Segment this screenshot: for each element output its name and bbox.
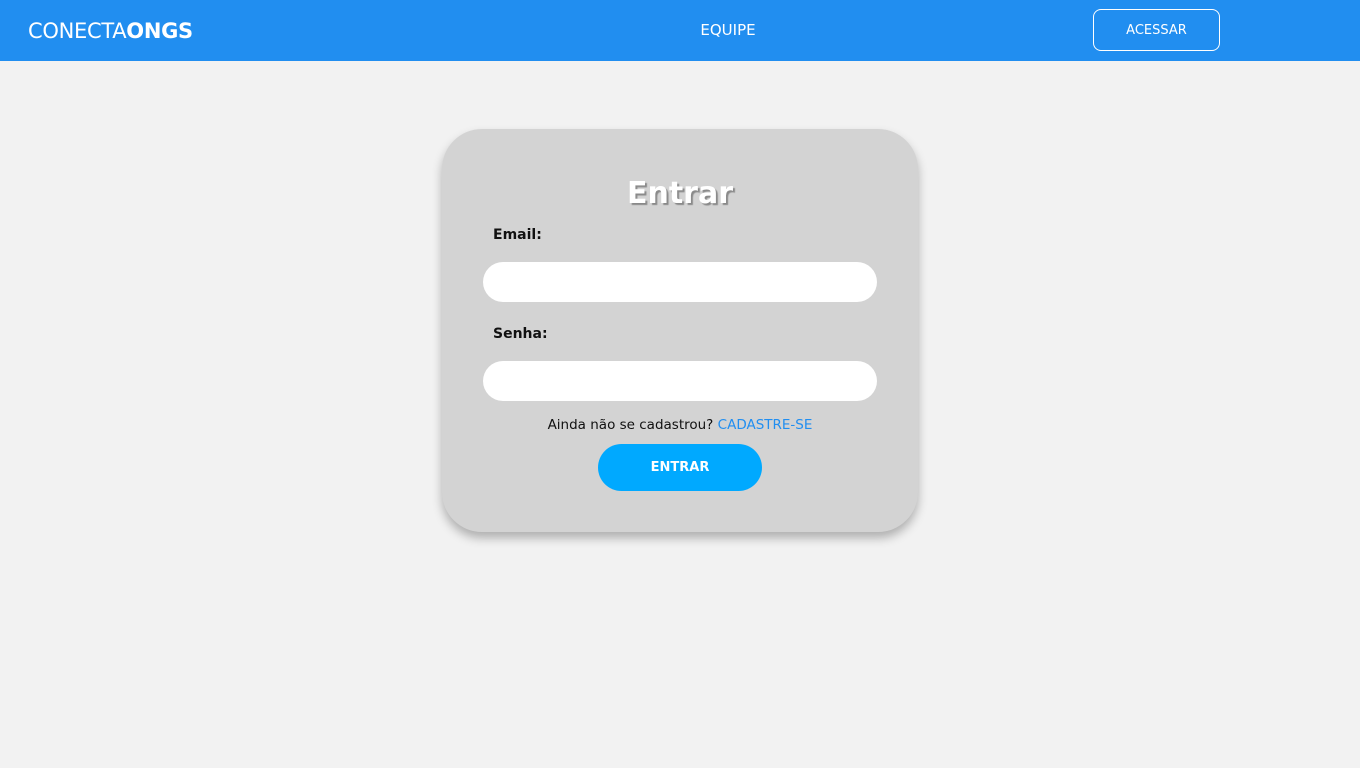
signup-link[interactable]: CADASTRE-SE (718, 417, 813, 433)
login-title: Entrar (626, 176, 734, 211)
signup-prompt-text: Ainda não se cadastrou? (547, 417, 714, 433)
nav-link-equipe[interactable]: EQUIPE (690, 20, 766, 40)
brand-logo-light: CONECTA (28, 19, 127, 43)
signup-prompt-line: Ainda não se cadastrou? CADASTRE-SE (0, 416, 1360, 434)
brand-logo[interactable]: CONECTAONGS (28, 17, 193, 45)
top-navbar: CONECTAONGS EQUIPE ACESSAR (0, 0, 1360, 61)
email-label: Email: (493, 227, 542, 243)
brand-logo-bold: ONGS (126, 19, 193, 43)
email-field[interactable] (483, 262, 877, 302)
password-field[interactable] (483, 361, 877, 401)
access-button[interactable]: ACESSAR (1093, 9, 1220, 51)
login-submit-button[interactable]: ENTRAR (598, 444, 762, 491)
password-label: Senha: (493, 326, 548, 342)
